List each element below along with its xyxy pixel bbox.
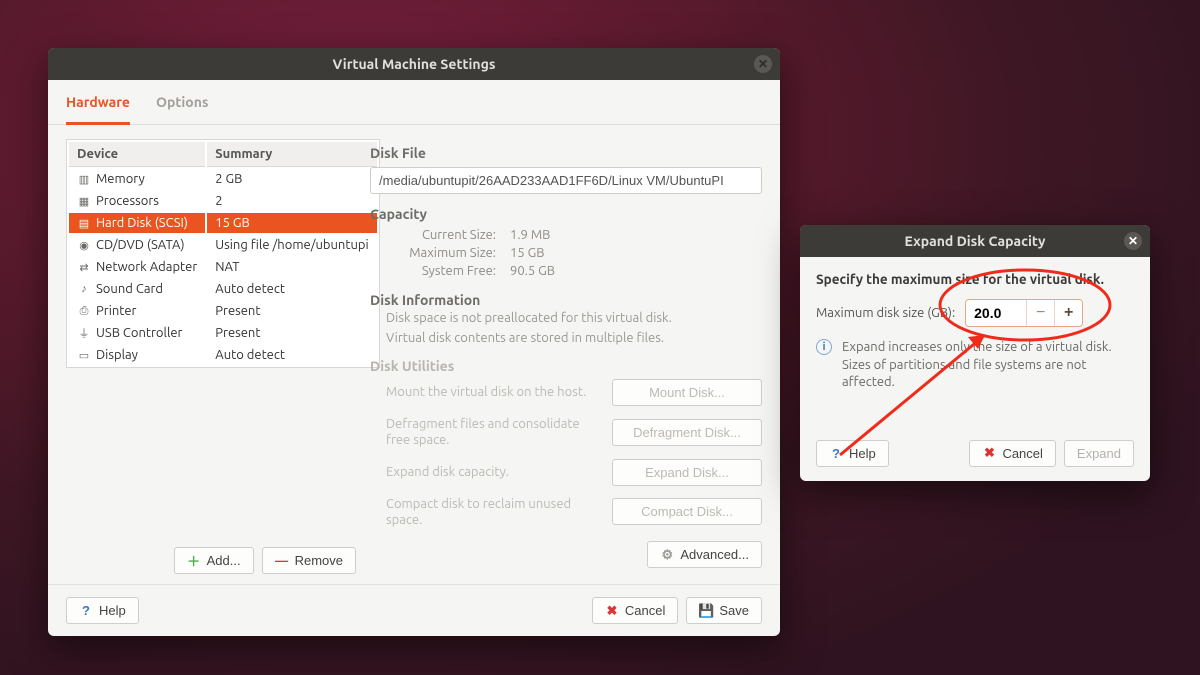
disk-info-label: Disk Information — [370, 292, 762, 308]
add-button[interactable]: ＋ Add... — [174, 547, 254, 574]
remove-button[interactable]: — Remove — [262, 547, 356, 574]
expand-subtitle: Specify the maximum size for the virtual… — [816, 271, 1134, 287]
memory-icon: ▥ — [77, 172, 91, 186]
hdd-icon: ▤ — [77, 216, 91, 230]
device-name: Memory — [96, 172, 145, 186]
compact-disk-button[interactable]: Compact Disk... — [612, 498, 762, 525]
table-row[interactable]: ▦ Processors 2 — [69, 191, 377, 211]
device-name: Processors — [96, 194, 159, 208]
expand-title: Expand Disk Capacity — [905, 233, 1046, 249]
net-icon: ⇄ — [77, 260, 91, 274]
device-summary: Auto detect — [207, 345, 376, 365]
advanced-button[interactable]: ⚙ Advanced... — [647, 541, 762, 568]
expand-help-button[interactable]: ? Help — [816, 440, 889, 467]
cancel-button[interactable]: ✖ Cancel — [592, 597, 678, 624]
cpu-icon: ▦ — [77, 194, 91, 208]
tab-hardware[interactable]: Hardware — [66, 94, 130, 125]
close-icon[interactable]: ✕ — [1124, 232, 1142, 250]
capacity-grid: Current Size:1.9 MB Maximum Size:15 GB S… — [370, 222, 762, 282]
col-device: Device — [69, 142, 205, 167]
decrement-button[interactable]: − — [1026, 300, 1054, 326]
tab-options[interactable]: Options — [156, 94, 209, 124]
device-summary: 15 GB — [207, 213, 376, 233]
disk-util-label: Disk Utilities — [370, 358, 762, 374]
defragment-disk-button[interactable]: Defragment Disk... — [612, 419, 762, 446]
capacity-label: Capacity — [370, 206, 762, 222]
help-icon: ? — [829, 446, 843, 460]
device-name: CD/DVD (SATA) — [96, 238, 185, 252]
settings-footer: ? Help ✖ Cancel 💾 Save — [48, 584, 780, 636]
cd-icon: ◉ — [77, 238, 91, 252]
expand-titlebar: Expand Disk Capacity ✕ — [800, 225, 1150, 257]
max-size-input[interactable] — [966, 300, 1026, 326]
gear-icon: ⚙ — [660, 548, 674, 562]
sound-icon: ♪ — [77, 282, 91, 296]
col-summary: Summary — [207, 142, 376, 167]
settings-title: Virtual Machine Settings — [333, 56, 496, 72]
table-row[interactable]: ▤ Hard Disk (SCSI) 15 GB — [69, 213, 377, 233]
device-name: Network Adapter — [96, 260, 197, 274]
plus-icon: ＋ — [187, 554, 201, 568]
disk-info-2: Virtual disk contents are stored in mult… — [370, 328, 762, 348]
device-summary: 2 — [207, 191, 376, 211]
help-button[interactable]: ? Help — [66, 597, 139, 624]
max-size-label: Maximum disk size (GB): — [816, 306, 955, 320]
help-icon: ? — [79, 604, 93, 618]
increment-button[interactable]: + — [1054, 300, 1082, 326]
device-name: Printer — [96, 304, 136, 318]
close-icon[interactable]: ✕ — [754, 55, 772, 73]
settings-titlebar: Virtual Machine Settings ✕ — [48, 48, 780, 80]
disk-file-input[interactable] — [370, 167, 762, 194]
info-icon: i — [816, 339, 832, 355]
device-name: Display — [96, 348, 138, 362]
save-icon: 💾 — [699, 604, 713, 618]
display-icon: ▭ — [77, 348, 91, 362]
settings-window: Virtual Machine Settings ✕ Hardware Opti… — [48, 48, 780, 636]
disk-file-label: Disk File — [370, 145, 762, 161]
expand-disk-button[interactable]: Expand Disk... — [612, 459, 762, 486]
device-table: Device Summary ▥ Memory 2 GB ▦ Processors 2 ▤ H… — [66, 139, 380, 368]
device-summary: Using file /home/ubuntupi — [207, 235, 376, 255]
max-size-spinner: − + — [965, 299, 1083, 327]
table-row[interactable]: ⎙ Printer Present — [69, 301, 377, 321]
expand-cancel-button[interactable]: ✖ Cancel — [969, 440, 1055, 467]
table-row[interactable]: ⏚ USB Controller Present — [69, 323, 377, 343]
table-row[interactable]: ◉ CD/DVD (SATA) Using file /home/ubuntupi — [69, 235, 377, 255]
printer-icon: ⎙ — [77, 304, 91, 318]
expand-confirm-button[interactable]: Expand — [1064, 440, 1134, 467]
cancel-icon: ✖ — [982, 446, 996, 460]
device-summary: Present — [207, 323, 376, 343]
cancel-icon: ✖ — [605, 604, 619, 618]
expand-dialog: Expand Disk Capacity ✕ Specify the maxim… — [800, 225, 1150, 481]
minus-icon: — — [275, 554, 289, 568]
device-summary: Present — [207, 301, 376, 321]
device-name: Sound Card — [96, 282, 163, 296]
table-row[interactable]: ♪ Sound Card Auto detect — [69, 279, 377, 299]
expand-note: Expand increases only the size of a virt… — [842, 339, 1134, 392]
save-button[interactable]: 💾 Save — [686, 597, 762, 624]
disk-info-1: Disk space is not preallocated for this … — [370, 308, 762, 328]
tab-bar: Hardware Options — [48, 80, 780, 125]
device-summary: Auto detect — [207, 279, 376, 299]
device-summary: NAT — [207, 257, 376, 277]
device-name: USB Controller — [96, 326, 182, 340]
device-name: Hard Disk (SCSI) — [96, 216, 188, 230]
usb-icon: ⏚ — [77, 326, 91, 340]
table-row[interactable]: ▥ Memory 2 GB — [69, 169, 377, 189]
mount-disk-button[interactable]: Mount Disk... — [612, 379, 762, 406]
device-summary: 2 GB — [207, 169, 376, 189]
table-row[interactable]: ⇄ Network Adapter NAT — [69, 257, 377, 277]
table-row[interactable]: ▭ Display Auto detect — [69, 345, 377, 365]
